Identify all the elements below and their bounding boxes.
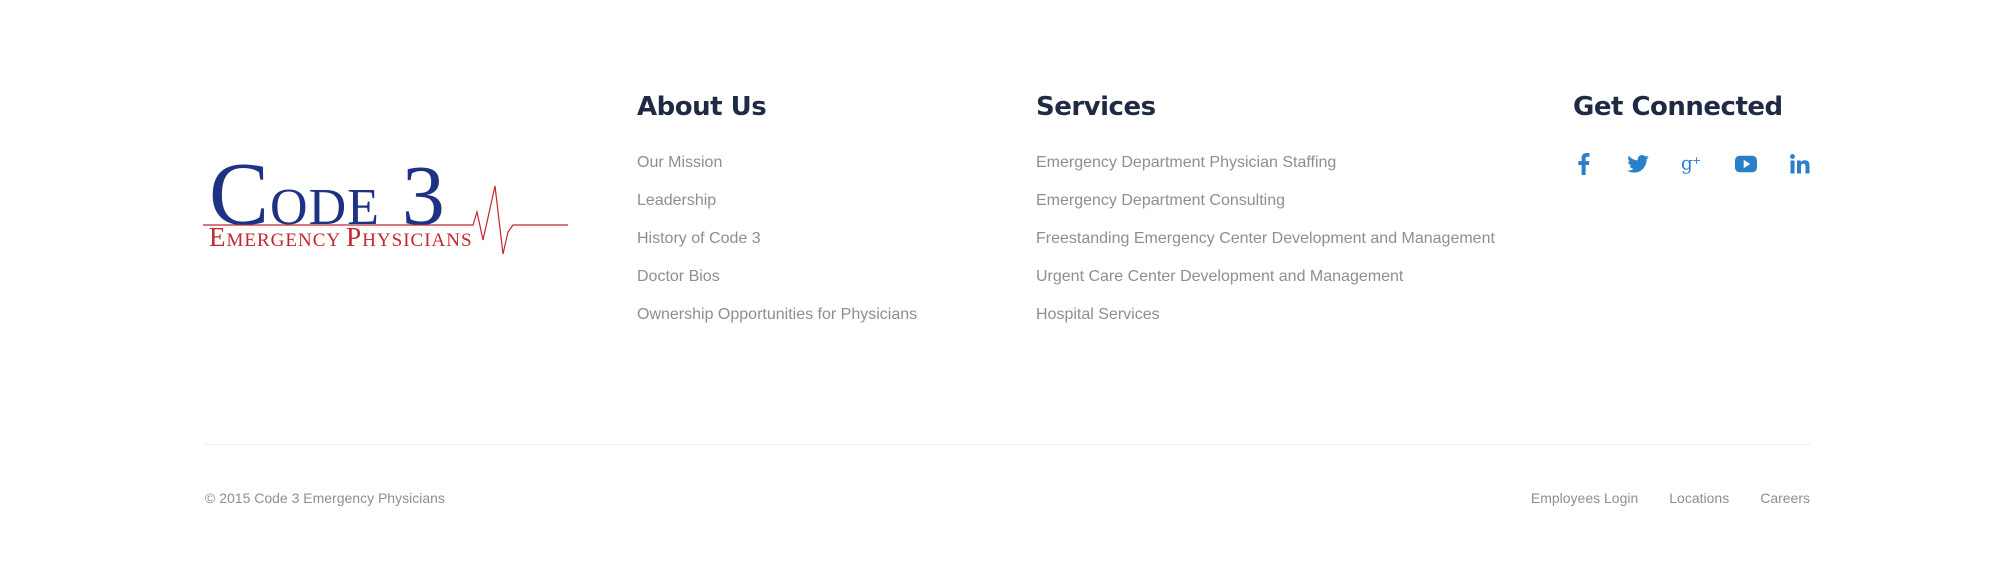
google-plus-icon[interactable]: g + — [1681, 153, 1703, 175]
bottom-nav: Employees Login Locations Careers — [1500, 489, 1810, 507]
logo[interactable]: CODE 3 EMERGENCY PHYSICIANS — [203, 150, 568, 260]
about-us-links: Our Mission Leadership History of Code 3… — [637, 150, 917, 340]
careers-link[interactable]: Careers — [1760, 489, 1810, 507]
link-ownership-opportunities[interactable]: Ownership Opportunities for Physicians — [637, 302, 917, 340]
link-history[interactable]: History of Code 3 — [637, 226, 917, 264]
link-ed-consulting[interactable]: Emergency Department Consulting — [1036, 188, 1495, 226]
get-connected-heading: Get Connected — [1573, 92, 1783, 122]
about-us-heading: About Us — [637, 92, 767, 122]
link-freestanding-ec[interactable]: Freestanding Emergency Center Developmen… — [1036, 226, 1495, 264]
site-footer: CODE 3 EMERGENCY PHYSICIANS About Us Our … — [0, 0, 2009, 578]
svg-text:+: + — [1692, 154, 1701, 167]
footer-divider — [205, 444, 1810, 445]
link-leadership[interactable]: Leadership — [637, 188, 917, 226]
services-links: Emergency Department Physician Staffing … — [1036, 150, 1495, 340]
get-connected-column: Get Connected g + — [1573, 90, 1843, 175]
copyright-text: © 2015 Code 3 Emergency Physicians — [205, 490, 445, 506]
linkedin-icon[interactable] — [1789, 153, 1811, 175]
facebook-icon[interactable] — [1573, 153, 1595, 175]
services-heading: Services — [1036, 92, 1156, 122]
about-us-column: About Us Our Mission Leadership History … — [637, 90, 917, 340]
services-column: Services Emergency Department Physician … — [1036, 90, 1495, 340]
link-our-mission[interactable]: Our Mission — [637, 150, 917, 188]
twitter-icon[interactable] — [1627, 153, 1649, 175]
employees-login-link[interactable]: Employees Login — [1531, 489, 1638, 507]
logo-subtitle: EMERGENCY PHYSICIANS — [209, 222, 473, 252]
locations-link[interactable]: Locations — [1669, 489, 1729, 507]
social-icons: g + — [1573, 153, 1843, 175]
link-hospital-services[interactable]: Hospital Services — [1036, 302, 1495, 340]
youtube-icon[interactable] — [1735, 153, 1757, 175]
link-physician-staffing[interactable]: Emergency Department Physician Staffing — [1036, 150, 1495, 188]
link-doctor-bios[interactable]: Doctor Bios — [637, 264, 917, 302]
link-urgent-care[interactable]: Urgent Care Center Development and Manag… — [1036, 264, 1495, 302]
